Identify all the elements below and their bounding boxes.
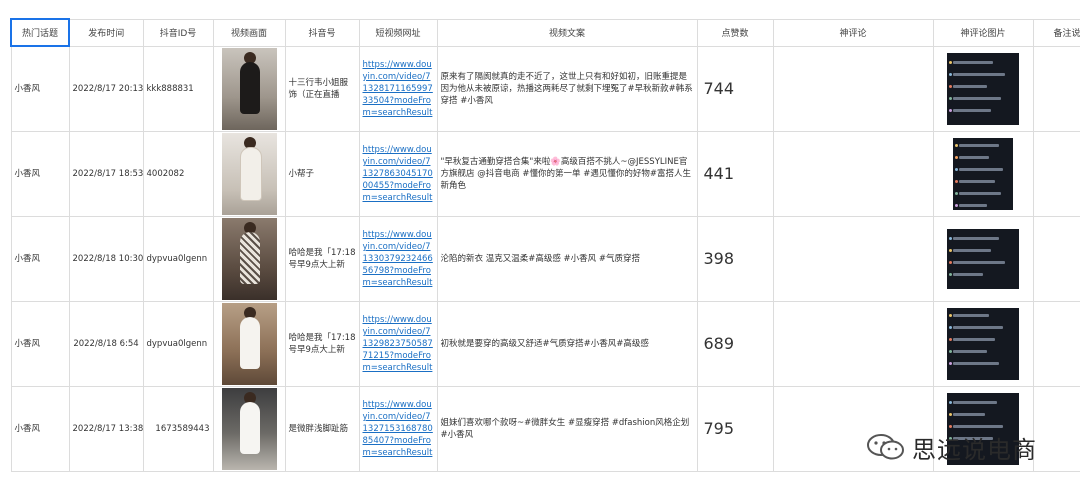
id-cell[interactable]: kkk888831 [142, 45, 214, 132]
comment-image-cell[interactable] [932, 131, 1034, 217]
caption-cell[interactable]: "早秋复古通勤穿搭合集"来啦🌸高级百搭不挑人~@JESSYLINE官方旗舰店 @… [436, 131, 698, 217]
notes-cell[interactable] [1032, 386, 1080, 472]
comment-screenshot[interactable] [947, 308, 1019, 380]
notes-cell[interactable] [1032, 216, 1080, 302]
likes-cell[interactable]: 795 [696, 386, 774, 472]
video-frame-cell[interactable] [212, 216, 286, 302]
topic-cell[interactable]: 小香风 [10, 45, 70, 132]
comment-cell[interactable] [772, 301, 934, 387]
caption-cell[interactable]: 姐妹们喜欢哪个款呀~#微胖女生 #显瘦穿搭 #dfashion风格企划 #小香风 [436, 386, 698, 472]
likes-cell[interactable]: 689 [696, 301, 774, 387]
comment-cell[interactable] [772, 216, 934, 302]
id-cell[interactable]: dypvua0lgenn [142, 301, 214, 387]
caption-cell[interactable]: 初秋就是要穿的高级又舒适#气质穿搭#小香风#高级感 [436, 301, 698, 387]
id-cell[interactable]: dypvua0lgenn [142, 216, 214, 302]
notes-cell[interactable] [1032, 131, 1080, 217]
account-cell[interactable]: 哈哈是我「17:18号早9点大上新 [284, 216, 360, 302]
comment-screenshot[interactable] [947, 52, 1019, 125]
header-douyin-id[interactable]: 抖音ID号 [142, 18, 214, 47]
wechat-icon [867, 434, 904, 460]
topic-cell[interactable]: 小香风 [10, 386, 70, 472]
caption-cell[interactable]: 原来有了隔阂就真的走不近了，这世上只有和好如初，旧账重提是因为他从未被原谅，热播… [436, 45, 698, 132]
comment-screenshot[interactable] [947, 229, 1019, 289]
header-publish-time[interactable]: 发布时间 [68, 18, 144, 47]
video-thumbnail[interactable] [221, 218, 277, 300]
likes-cell[interactable]: 441 [696, 131, 774, 217]
comment-image-cell[interactable] [932, 216, 1034, 302]
account-cell[interactable]: 十三行韦小姐服饰（正在直播 [284, 45, 360, 132]
header-topic[interactable]: 热门话题 [10, 18, 70, 47]
header-video-frame[interactable]: 视频画面 [212, 18, 286, 47]
spreadsheet: 热门话题 发布时间 抖音ID号 视频画面 抖音号 短视频网址 视频文案 点赞数 … [0, 0, 1080, 494]
notes-cell[interactable] [1032, 301, 1080, 387]
video-frame-cell[interactable] [212, 45, 286, 132]
table-row: 小香风 2022/8/18 10:30 dypvua0lgenn 哈哈是我「17… [10, 216, 1080, 302]
table-row: 小香风 2022/8/18 6:54 dypvua0lgenn 哈哈是我「17:… [10, 301, 1080, 387]
id-cell[interactable]: 4002082 [142, 131, 214, 217]
url-cell[interactable]: https://www.douyin.com/video/71328171165… [358, 45, 438, 132]
video-link[interactable]: https://www.douyin.com/video/71327153168… [363, 400, 433, 458]
video-frame-cell[interactable] [212, 131, 286, 217]
time-cell[interactable]: 2022/8/18 10:30 [68, 216, 144, 302]
video-frame-cell[interactable] [212, 386, 286, 472]
header-likes[interactable]: 点赞数 [696, 18, 774, 47]
caption-cell[interactable]: 沦陷的新衣 温克又温柔#高级感 #小香风 #气质穿搭 [436, 216, 698, 302]
header-video-url[interactable]: 短视频网址 [358, 18, 438, 47]
table-row: 小香风 2022/8/17 20:13 kkk888831 十三行韦小姐服饰（正… [10, 45, 1080, 132]
account-cell[interactable]: 哈哈是我「17:18号早9点大上新 [284, 301, 360, 387]
video-thumbnail[interactable] [221, 47, 277, 130]
header-notes[interactable]: 备注说 [1032, 18, 1080, 47]
url-cell[interactable]: https://www.douyin.com/video/71327153168… [358, 386, 438, 472]
video-thumbnail[interactable] [221, 303, 277, 385]
notes-cell[interactable] [1032, 45, 1080, 132]
url-cell[interactable]: https://www.douyin.com/video/71329823750… [358, 301, 438, 387]
time-cell[interactable]: 2022/8/17 18:53 [68, 131, 144, 217]
time-cell[interactable]: 2022/8/18 6:54 [68, 301, 144, 387]
comment-screenshot[interactable] [953, 138, 1013, 210]
video-link[interactable]: https://www.douyin.com/video/71329823750… [363, 315, 433, 373]
id-cell[interactable]: 1673589443 [142, 386, 214, 472]
header-douyin-account[interactable]: 抖音号 [284, 18, 360, 47]
header-row: 热门话题 发布时间 抖音ID号 视频画面 抖音号 短视频网址 视频文案 点赞数 … [10, 18, 1080, 47]
url-cell[interactable]: https://www.douyin.com/video/71327863045… [358, 131, 438, 217]
video-frame-cell[interactable] [212, 301, 286, 387]
video-thumbnail[interactable] [221, 388, 277, 470]
video-link[interactable]: https://www.douyin.com/video/71328171165… [363, 60, 433, 118]
topic-cell[interactable]: 小香风 [10, 216, 70, 302]
time-cell[interactable]: 2022/8/17 13:38 [68, 386, 144, 472]
video-link[interactable]: https://www.douyin.com/video/71330379232… [363, 230, 433, 288]
time-cell[interactable]: 2022/8/17 20:13 [68, 45, 144, 132]
comment-image-cell[interactable] [932, 45, 1034, 132]
account-cell[interactable]: 小帮子 [284, 131, 360, 217]
likes-cell[interactable]: 398 [696, 216, 774, 302]
watermark-text: 思远说电商 [912, 435, 1037, 464]
table-row: 小香风 2022/8/17 18:53 4002082 小帮子 https://… [10, 131, 1080, 217]
comment-cell[interactable] [772, 131, 934, 217]
header-comment-image[interactable]: 神评论图片 [932, 18, 1034, 47]
header-caption[interactable]: 视频文案 [436, 18, 698, 47]
topic-cell[interactable]: 小香风 [10, 131, 70, 217]
url-cell[interactable]: https://www.douyin.com/video/71330379232… [358, 216, 438, 302]
comment-cell[interactable] [772, 45, 934, 132]
header-top-comment[interactable]: 神评论 [772, 18, 934, 47]
likes-cell[interactable]: 744 [696, 45, 774, 132]
comment-image-cell[interactable] [932, 301, 1034, 387]
video-thumbnail[interactable] [221, 133, 277, 215]
data-table: 热门话题 发布时间 抖音ID号 视频画面 抖音号 短视频网址 视频文案 点赞数 … [10, 18, 1080, 472]
account-cell[interactable]: 是微胖浅脚趾筋 [284, 386, 360, 472]
topic-cell[interactable]: 小香风 [10, 301, 70, 387]
watermark: 思远说电商 [866, 430, 1037, 464]
video-link[interactable]: https://www.douyin.com/video/71327863045… [363, 145, 433, 203]
